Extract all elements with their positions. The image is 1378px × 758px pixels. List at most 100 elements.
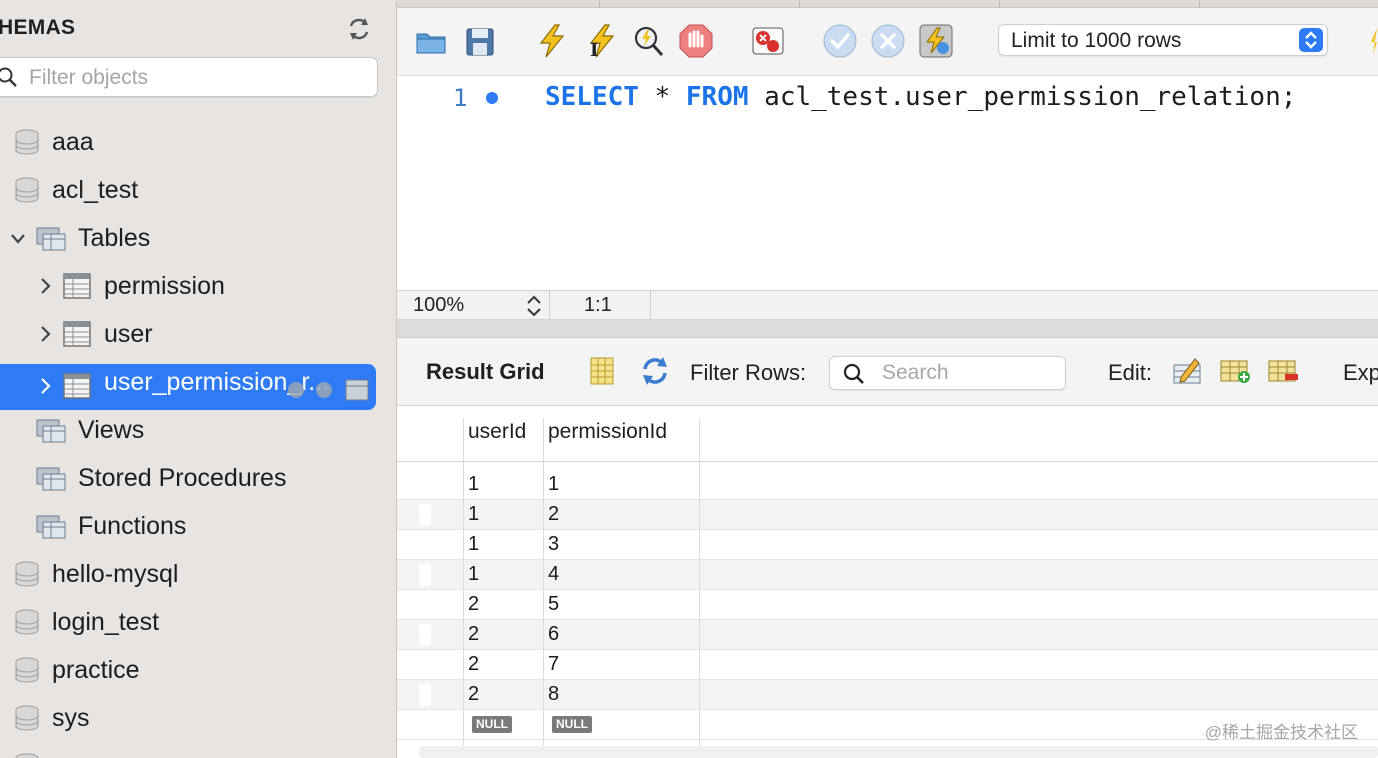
grid-cell[interactable]: 1 bbox=[468, 533, 479, 556]
grid-cell[interactable]: 8 bbox=[548, 683, 559, 706]
folder-item-views[interactable]: Views bbox=[0, 406, 396, 454]
line-number: 1 bbox=[453, 84, 468, 112]
select-arrows-icon bbox=[1299, 28, 1323, 52]
grid-cell[interactable]: 1 bbox=[548, 473, 559, 496]
table-row[interactable]: 2 5 bbox=[397, 590, 1378, 620]
toggle-error-icon[interactable] bbox=[749, 22, 787, 60]
execute-icon[interactable] bbox=[533, 22, 571, 60]
refresh-icon[interactable] bbox=[346, 16, 372, 42]
zoom-stepper-icon[interactable] bbox=[523, 293, 545, 319]
cursor-position: 1:1 bbox=[584, 294, 612, 316]
null-badge[interactable]: NULL bbox=[472, 716, 512, 733]
row-marker bbox=[419, 684, 431, 706]
null-badge[interactable]: NULL bbox=[552, 716, 592, 733]
grid-cell[interactable]: 2 bbox=[548, 503, 559, 526]
column-header-userid[interactable]: userId bbox=[468, 420, 526, 444]
schema-item-sys[interactable]: sys bbox=[0, 694, 396, 742]
sql-table-ref: acl_test.user_permission_relation; bbox=[748, 82, 1297, 112]
column-header-permissionid[interactable]: permissionId bbox=[548, 420, 667, 444]
grid-cell[interactable]: 1 bbox=[468, 473, 479, 496]
schema-item-partial[interactable] bbox=[0, 742, 396, 758]
commit-icon[interactable] bbox=[821, 22, 859, 60]
column-divider bbox=[543, 418, 544, 758]
table-item-user-permission-relation[interactable]: user_permission_r... bbox=[0, 362, 396, 410]
rollback-icon[interactable] bbox=[869, 22, 907, 60]
open-folder-icon[interactable] bbox=[413, 22, 451, 60]
sql-keyword-select: SELECT bbox=[545, 82, 639, 112]
table-row[interactable]: 1 3 bbox=[397, 530, 1378, 560]
filter-rows-search-input[interactable]: Search bbox=[829, 356, 1066, 390]
row-marker bbox=[419, 504, 431, 526]
result-grid[interactable]: userId permissionId 1 1 1 2 1 3 1 4 2 5 … bbox=[397, 406, 1378, 758]
grid-cell[interactable]: 7 bbox=[548, 653, 559, 676]
sql-star: * bbox=[638, 82, 686, 112]
schema-item-hello-mysql[interactable]: hello-mysql bbox=[0, 550, 396, 598]
grid-cell[interactable]: 1 bbox=[468, 563, 479, 586]
table-row[interactable]: 2 7 bbox=[397, 650, 1378, 680]
row-marker bbox=[419, 624, 431, 646]
search-icon bbox=[0, 66, 19, 88]
database-icon bbox=[12, 751, 42, 758]
grid-view-icon[interactable] bbox=[587, 355, 619, 387]
grid-cell[interactable]: 2 bbox=[468, 623, 479, 646]
sql-code-line[interactable]: SELECT * FROM acl_test.user_permission_r… bbox=[545, 82, 1296, 112]
chevron-right-icon[interactable] bbox=[38, 376, 54, 396]
database-icon bbox=[12, 703, 42, 733]
beautify-icon[interactable] bbox=[1365, 22, 1378, 60]
schema-item-acl-test[interactable]: acl_test bbox=[0, 166, 396, 214]
column-divider bbox=[699, 418, 700, 758]
search-placeholder: Search bbox=[882, 361, 949, 384]
grid-cell[interactable]: 2 bbox=[468, 653, 479, 676]
grid-cell[interactable]: 5 bbox=[548, 593, 559, 616]
chevron-right-icon[interactable] bbox=[38, 324, 54, 344]
delete-row-icon[interactable] bbox=[1267, 355, 1299, 387]
schema-item-login-test[interactable]: login_test bbox=[0, 598, 396, 646]
folder-item-stored-procedures[interactable]: Stored Procedures bbox=[0, 454, 396, 502]
table-icon bbox=[62, 271, 92, 301]
grid-cell[interactable]: 1 bbox=[468, 503, 479, 526]
schema-item-aaa[interactable]: aaa bbox=[0, 118, 396, 166]
table-icon bbox=[62, 371, 92, 401]
sidebar-header: HEMAS bbox=[0, 14, 396, 46]
execute-statement-icon[interactable]: I bbox=[581, 22, 619, 61]
export-label[interactable]: Exp bbox=[1343, 360, 1378, 386]
grid-cell[interactable]: 4 bbox=[548, 563, 559, 586]
database-icon bbox=[12, 559, 42, 589]
filter-objects-input[interactable]: Filter objects bbox=[0, 57, 378, 97]
chevron-down-icon[interactable] bbox=[10, 228, 26, 248]
autocommit-icon[interactable] bbox=[917, 22, 955, 60]
grid-cell[interactable]: 2 bbox=[468, 593, 479, 616]
table-row[interactable]: 1 4 bbox=[397, 560, 1378, 590]
sql-editor[interactable]: 1 SELECT * FROM acl_test.user_permission… bbox=[397, 76, 1378, 290]
result-grid-title[interactable]: Result Grid bbox=[426, 359, 545, 385]
table-row[interactable]: 1 2 bbox=[397, 500, 1378, 530]
panel-splitter[interactable] bbox=[397, 320, 1378, 338]
add-row-icon[interactable] bbox=[1219, 355, 1251, 387]
folder-item-functions[interactable]: Functions bbox=[0, 502, 396, 550]
stop-icon[interactable] bbox=[677, 22, 715, 60]
grid-header: userId permissionId bbox=[397, 406, 1378, 462]
table-item-user[interactable]: user bbox=[0, 310, 396, 358]
editor-status-bar: 100% 1:1 bbox=[397, 290, 1378, 321]
tree-item-label: Tables bbox=[78, 224, 151, 252]
grid-footer bbox=[419, 746, 1378, 758]
watermark-text: @稀土掘金技术社区 bbox=[1204, 723, 1358, 742]
refresh-results-icon[interactable] bbox=[639, 355, 671, 387]
sql-keyword-from: FROM bbox=[685, 82, 749, 112]
schema-item-practice[interactable]: practice bbox=[0, 646, 396, 694]
explain-icon[interactable] bbox=[629, 22, 667, 60]
chevron-right-icon[interactable] bbox=[38, 276, 54, 296]
tree-item-label: login_test bbox=[52, 608, 160, 636]
filter-rows-label: Filter Rows: bbox=[690, 360, 807, 385]
edit-row-icon[interactable] bbox=[1171, 355, 1203, 387]
table-item-permission[interactable]: permission bbox=[0, 262, 396, 310]
folder-item-tables[interactable]: Tables bbox=[0, 214, 396, 262]
table-row[interactable]: 2 8 bbox=[397, 680, 1378, 710]
save-icon[interactable] bbox=[461, 22, 499, 60]
table-row[interactable]: 1 1 bbox=[397, 470, 1378, 500]
grid-cell[interactable]: 2 bbox=[468, 683, 479, 706]
grid-cell[interactable]: 3 bbox=[548, 533, 559, 556]
limit-rows-select[interactable]: Limit to 1000 rows bbox=[998, 24, 1328, 56]
grid-cell[interactable]: 6 bbox=[548, 623, 559, 646]
table-row[interactable]: 2 6 bbox=[397, 620, 1378, 650]
